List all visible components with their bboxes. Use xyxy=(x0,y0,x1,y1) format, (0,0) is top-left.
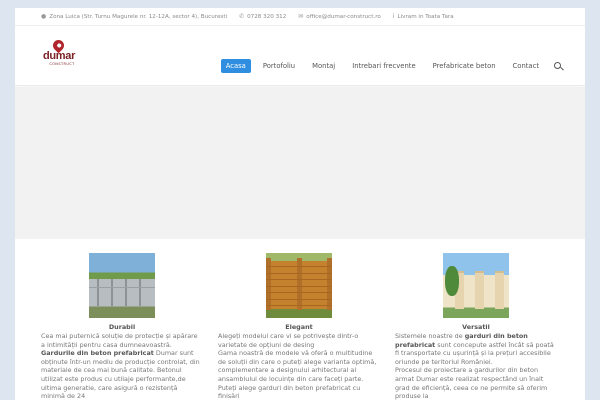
nav-item-prefabricate-beton[interactable]: Prefabricate beton xyxy=(428,59,501,73)
feature-durabil: Durabil Cea mai puternică soluție de pro… xyxy=(41,253,203,400)
nav-item-montaj[interactable]: Montaj xyxy=(307,59,340,73)
search-icon[interactable] xyxy=(554,61,563,71)
logo-tagline: CONSTRUCT xyxy=(49,62,75,66)
feature-title: Versatil xyxy=(462,323,490,331)
feature-versatil: Versatil Sistemele noastre de garduri di… xyxy=(395,253,557,400)
feature-text: Alegeți modelul care vi se potrivește di… xyxy=(218,332,377,400)
site-logo[interactable]: dumar CONSTRUCT xyxy=(39,37,79,68)
delivery-info: i Livram in Toata Tara xyxy=(393,13,454,20)
site-header: dumar CONSTRUCT Acasa Portofoliu Montaj … xyxy=(15,26,585,86)
feature-title: Elegant xyxy=(285,323,313,331)
nav-item-portofoliu[interactable]: Portofoliu xyxy=(258,59,300,73)
phone-info[interactable]: ✆ 0728 320 312 xyxy=(239,13,286,20)
page: ● Zona Luica (Str. Turnu Magurele nr. 12… xyxy=(15,8,585,400)
top-info-bar: ● Zona Luica (Str. Turnu Magurele nr. 12… xyxy=(15,8,585,26)
nav-item-intrebari-frecvente[interactable]: Intrebari frecvente xyxy=(347,59,420,73)
feature-image-versatil xyxy=(443,253,509,318)
email-text[interactable]: office@dumar-construct.ro xyxy=(306,14,381,20)
address-text: Zona Luica (Str. Turnu Magurele nr. 12-1… xyxy=(49,13,228,20)
delivery-text: Livram in Toata Tara xyxy=(397,13,454,20)
envelope-icon: ✉ xyxy=(298,13,304,20)
feature-image-elegant xyxy=(266,253,332,318)
logo-name: dumar xyxy=(42,50,76,62)
nav-item-contact[interactable]: Contact xyxy=(508,59,544,73)
feature-text: Sistemele noastre de garduri din beton p… xyxy=(395,332,554,400)
feature-title: Durabil xyxy=(108,323,136,331)
feature-image-durabil xyxy=(89,253,155,318)
phone-text[interactable]: 0728 320 312 xyxy=(247,14,286,20)
nav-item-acasa[interactable]: Acasa xyxy=(220,59,251,73)
address-info: ● Zona Luica (Str. Turnu Magurele nr. 12… xyxy=(41,13,227,20)
email-info[interactable]: ✉ office@dumar-construct.ro xyxy=(298,13,381,20)
map-marker-icon: ● xyxy=(41,13,47,20)
hero-banner xyxy=(15,87,585,239)
main-nav: Acasa Portofoliu Montaj Intrebari frecve… xyxy=(214,59,563,73)
info-icon: i xyxy=(392,13,395,20)
phone-icon: ✆ xyxy=(239,13,245,20)
feature-text: Cea mai puternică soluție de protecție ș… xyxy=(41,332,200,400)
feature-elegant: Elegant Alegeți modelul care vi se potri… xyxy=(218,253,380,400)
